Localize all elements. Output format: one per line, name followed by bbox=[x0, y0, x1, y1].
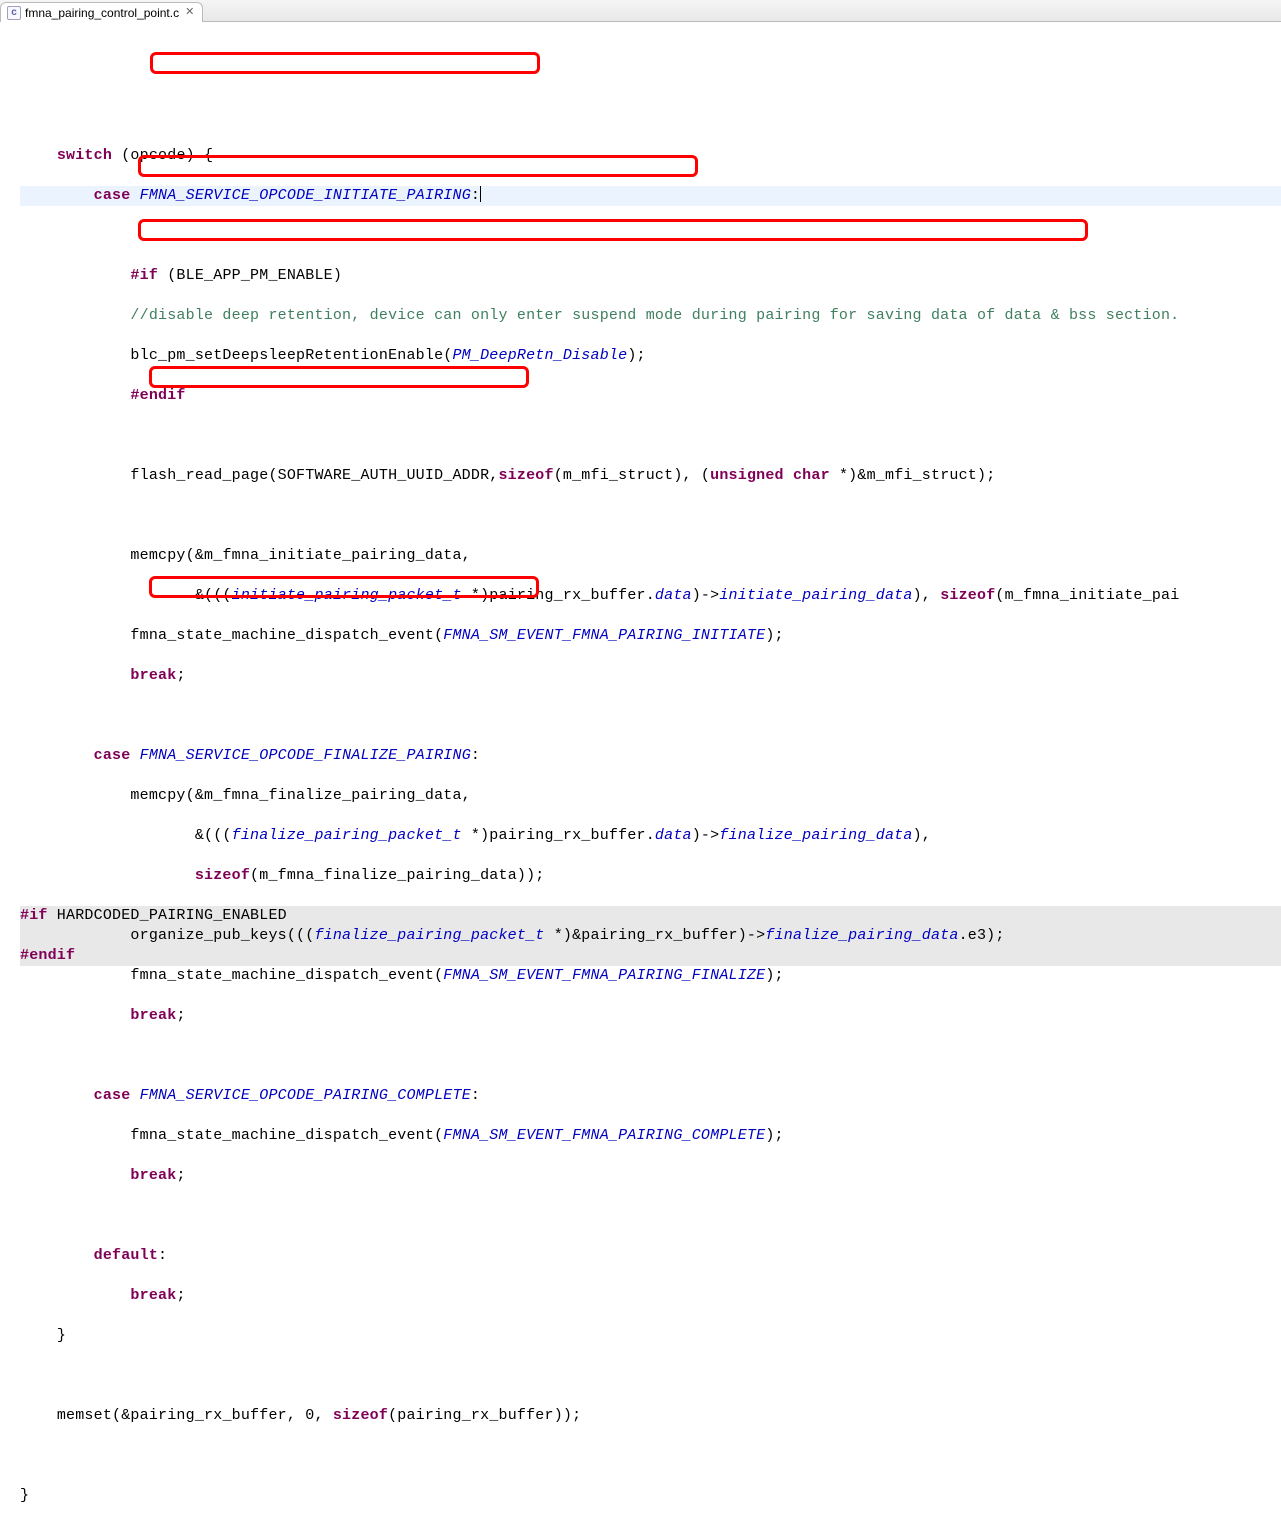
code-line: flash_read_page(SOFTWARE_AUTH_UUID_ADDR,… bbox=[20, 466, 1281, 486]
code-line: sizeof(m_fmna_finalize_pairing_data)); bbox=[20, 866, 1281, 886]
highlight-box bbox=[150, 52, 540, 74]
code-line bbox=[20, 1366, 1281, 1386]
code-line: memcpy(&m_fmna_initiate_pairing_data, bbox=[20, 546, 1281, 566]
editor-tab[interactable]: c fmna_pairing_control_point.c ✕ bbox=[0, 2, 203, 22]
code-line bbox=[20, 1446, 1281, 1466]
highlight-box bbox=[149, 366, 529, 388]
code-line: default: bbox=[20, 1246, 1281, 1266]
code-line bbox=[20, 426, 1281, 446]
close-icon[interactable]: ✕ bbox=[185, 7, 194, 18]
code-line: case FMNA_SERVICE_OPCODE_PAIRING_COMPLET… bbox=[20, 1086, 1281, 1106]
code-line: case FMNA_SERVICE_OPCODE_FINALIZE_PAIRIN… bbox=[20, 746, 1281, 766]
code-line: //disable deep retention, device can onl… bbox=[20, 306, 1281, 326]
code-line: &(((finalize_pairing_packet_t *)pairing_… bbox=[20, 826, 1281, 846]
code-line: #if HARDCODED_PAIRING_ENABLED bbox=[20, 906, 1281, 926]
code-line bbox=[20, 1046, 1281, 1066]
code-line: organize_pub_keys(((finalize_pairing_pac… bbox=[20, 926, 1281, 946]
code-line bbox=[20, 1206, 1281, 1226]
code-line: } bbox=[20, 1326, 1281, 1346]
code-line bbox=[20, 706, 1281, 726]
tab-bar: c fmna_pairing_control_point.c ✕ bbox=[0, 0, 1281, 22]
code-line: memset(&pairing_rx_buffer, 0, sizeof(pai… bbox=[20, 1406, 1281, 1426]
code-line: blc_pm_setDeepsleepRetentionEnable(PM_De… bbox=[20, 346, 1281, 366]
code-line: fmna_state_machine_dispatch_event(FMNA_S… bbox=[20, 1126, 1281, 1146]
code-line: break; bbox=[20, 1286, 1281, 1306]
code-editor[interactable]: switch (opcode) { case FMNA_SERVICE_OPCO… bbox=[0, 22, 1281, 1526]
code-line: break; bbox=[20, 1166, 1281, 1186]
code-line: memcpy(&m_fmna_finalize_pairing_data, bbox=[20, 786, 1281, 806]
code-line: case FMNA_SERVICE_OPCODE_INITIATE_PAIRIN… bbox=[20, 186, 1281, 206]
code-line: #if (BLE_APP_PM_ENABLE) bbox=[20, 266, 1281, 286]
code-line: #endif bbox=[20, 946, 1281, 966]
code-line: fmna_state_machine_dispatch_event(FMNA_S… bbox=[20, 966, 1281, 986]
code-line: switch (opcode) { bbox=[20, 146, 1281, 166]
code-line: fmna_state_machine_dispatch_event(FMNA_S… bbox=[20, 626, 1281, 646]
c-file-icon: c bbox=[7, 6, 21, 20]
code-line: #endif bbox=[20, 386, 1281, 406]
code-line: } bbox=[20, 1486, 1281, 1506]
code-line bbox=[20, 506, 1281, 526]
tab-filename: fmna_pairing_control_point.c bbox=[25, 6, 179, 20]
code-line: break; bbox=[20, 1006, 1281, 1026]
code-line: break; bbox=[20, 666, 1281, 686]
code-line: &(((initiate_pairing_packet_t *)pairing_… bbox=[20, 586, 1281, 606]
code-line bbox=[20, 226, 1281, 246]
